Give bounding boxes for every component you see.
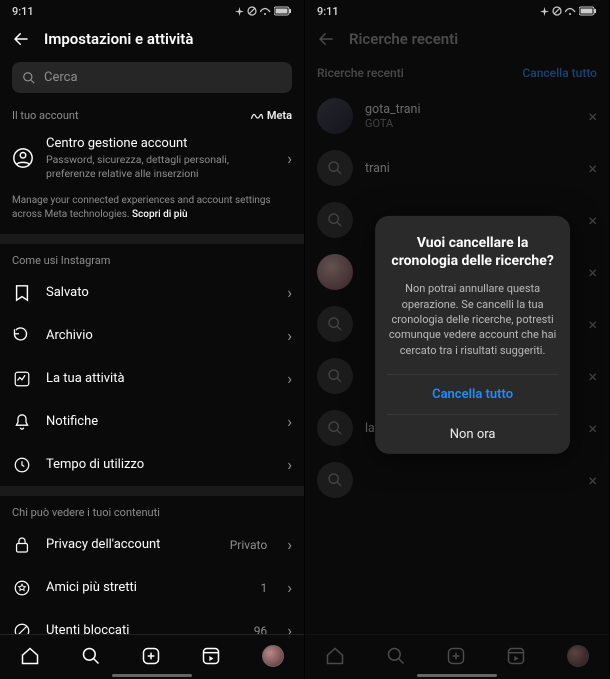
bottom-nav <box>305 634 609 679</box>
accounts-center-title: Centro gestione account <box>46 136 275 151</box>
accounts-center-desc: Password, sicurezza, dettagli personali,… <box>46 153 275 180</box>
chevron-right-icon: › <box>287 535 292 554</box>
nav-profile-icon[interactable] <box>567 645 589 667</box>
chevron-right-icon: › <box>287 283 292 302</box>
search-icon <box>317 202 353 238</box>
row-archive[interactable]: Archivio › <box>0 314 304 357</box>
archive-icon <box>12 327 32 345</box>
status-icons <box>235 6 292 16</box>
remove-icon[interactable]: × <box>588 315 597 334</box>
meta-brand: Meta <box>250 109 292 122</box>
chevron-right-icon: › <box>287 326 292 345</box>
search-list-header: Ricerche recenti Cancella tutto <box>305 56 609 90</box>
header: Impostazioni e attività <box>0 22 304 56</box>
section-usage-title: Come usi Instagram <box>0 244 304 271</box>
activity-icon <box>12 370 32 388</box>
clear-all-link[interactable]: Cancella tutto <box>522 66 597 80</box>
row-activity[interactable]: La tua attività › <box>0 357 304 400</box>
remove-icon[interactable]: × <box>588 367 597 386</box>
recent-heading: Ricerche recenti <box>317 66 404 80</box>
settings-content: Il tuo account Meta Centro gestione acco… <box>0 99 304 634</box>
remove-icon[interactable]: × <box>588 471 597 490</box>
search-icon <box>22 71 36 85</box>
nav-reels-icon[interactable] <box>506 646 526 666</box>
back-icon[interactable] <box>12 30 30 48</box>
lock-icon <box>12 536 32 554</box>
meta-note: Manage your connected experiences and ac… <box>0 190 304 244</box>
home-indicator <box>112 674 192 677</box>
row-saved[interactable]: Salvato › <box>0 271 304 314</box>
bottom-nav <box>0 634 304 679</box>
confirm-dialog: Vuoi cancellare la cronologia delle rice… <box>375 215 570 454</box>
nav-search-icon[interactable] <box>81 646 101 666</box>
page-title: Ricerche recenti <box>349 30 458 48</box>
row-privacy[interactable]: Privacy dell'account Privato › <box>0 523 304 566</box>
remove-icon[interactable]: × <box>588 419 597 438</box>
nav-create-icon[interactable] <box>141 646 161 666</box>
search-icon <box>317 306 353 342</box>
row-notifications[interactable]: Notifiche › <box>0 400 304 443</box>
search-icon <box>317 410 353 446</box>
row-time[interactable]: Tempo di utilizzo › <box>0 443 304 486</box>
row-blocked[interactable]: Utenti bloccati 96 › <box>0 609 304 634</box>
chevron-right-icon: › <box>287 455 292 474</box>
bell-icon <box>12 413 32 431</box>
dialog-confirm-button[interactable]: Cancella tutto <box>387 374 558 414</box>
section-privacy-title: Chi può vedere i tuoi contenuti <box>0 496 304 523</box>
chevron-right-icon: › <box>287 578 292 597</box>
home-indicator <box>417 674 497 677</box>
status-time: 9:11 <box>12 5 34 18</box>
search-icon <box>317 150 353 186</box>
search-icon <box>317 358 353 394</box>
back-icon[interactable] <box>317 30 335 48</box>
nav-create-icon[interactable] <box>446 646 466 666</box>
search-input[interactable]: Cerca <box>12 62 292 93</box>
remove-icon[interactable]: × <box>588 159 597 178</box>
status-icons <box>540 6 597 16</box>
status-bar: 9:11 <box>305 0 609 22</box>
meta-icon <box>250 111 264 121</box>
remove-icon[interactable]: × <box>588 211 597 230</box>
row-close-friends[interactable]: Amici più stretti 1 › <box>0 566 304 609</box>
header: Ricerche recenti <box>305 22 609 56</box>
search-result-term[interactable]: × <box>305 454 609 506</box>
accounts-center-row[interactable]: Centro gestione account Password, sicure… <box>0 126 304 190</box>
search-result-user[interactable]: gota_trani GOTA × <box>305 90 609 142</box>
dialog-body: Non potrai annullare questa operazione. … <box>387 281 558 358</box>
status-bar: 9:11 <box>0 0 304 22</box>
chevron-right-icon: › <box>287 149 292 168</box>
nav-search-icon[interactable] <box>386 646 406 666</box>
chevron-right-icon: › <box>287 412 292 431</box>
search-icon <box>317 462 353 498</box>
nav-home-icon[interactable] <box>20 646 40 666</box>
status-time: 9:11 <box>317 5 339 18</box>
user-avatar <box>317 98 353 134</box>
recent-searches-screen: 9:11 Ricerche recenti Ricerche recenti C… <box>305 0 610 679</box>
nav-reels-icon[interactable] <box>201 646 221 666</box>
star-circle-icon <box>12 579 32 597</box>
person-circle-icon <box>12 147 34 169</box>
nav-home-icon[interactable] <box>325 646 345 666</box>
nav-profile-icon[interactable] <box>262 645 284 667</box>
bookmark-icon <box>12 284 32 302</box>
block-icon <box>12 622 32 634</box>
page-title: Impostazioni e attività <box>44 30 193 48</box>
account-heading: Il tuo account <box>12 109 79 122</box>
chevron-right-icon: › <box>287 369 292 388</box>
remove-icon[interactable]: × <box>588 263 597 282</box>
settings-screen: 9:11 Impostazioni e attività Cerca Il tu… <box>0 0 305 679</box>
search-placeholder: Cerca <box>44 70 78 85</box>
account-heading-row: Il tuo account Meta <box>0 99 304 126</box>
learn-more-link[interactable]: Scopri di più <box>132 209 188 220</box>
search-result-term[interactable]: trani × <box>305 142 609 194</box>
chevron-right-icon: › <box>287 621 292 634</box>
clock-icon <box>12 456 32 474</box>
dialog-title: Vuoi cancellare la cronologia delle rice… <box>387 233 558 271</box>
remove-icon[interactable]: × <box>588 107 597 126</box>
user-avatar <box>317 254 353 290</box>
dialog-cancel-button[interactable]: Non ora <box>387 414 558 454</box>
